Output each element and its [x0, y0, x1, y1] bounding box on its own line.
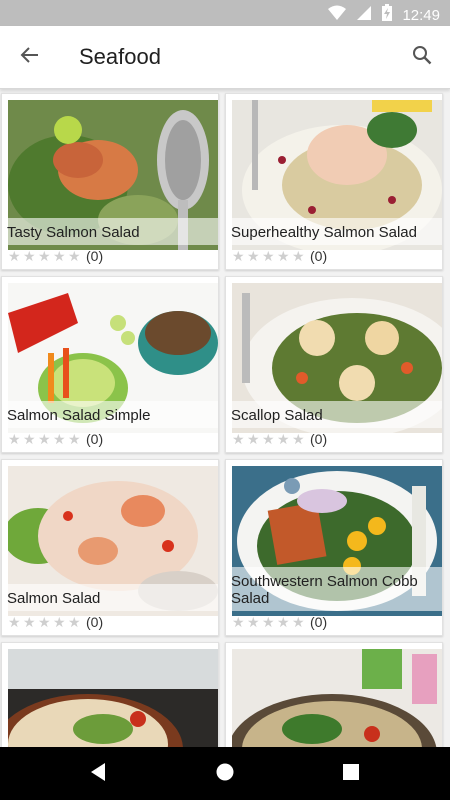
star-icon: ★: [23, 431, 36, 447]
rating: ★ ★ ★ ★ ★ (0): [232, 431, 328, 447]
star-icon: ★: [277, 431, 290, 447]
star-icon: ★: [23, 248, 36, 264]
recipe-title: Tasty Salmon Salad: [2, 218, 218, 245]
star-icon: ★: [68, 248, 81, 264]
star-icon: ★: [38, 614, 51, 630]
star-icon: ★: [262, 431, 275, 447]
page-title: Seafood: [79, 44, 161, 69]
recipe-image: [232, 649, 442, 747]
search-button[interactable]: [406, 41, 438, 73]
back-triangle-icon: [89, 762, 107, 787]
arrow-back-icon: [20, 45, 40, 70]
status-bar: 12:49: [0, 0, 450, 26]
star-icon: ★: [247, 431, 260, 447]
star-icon: ★: [262, 248, 275, 264]
recipe-image: [8, 649, 218, 747]
recipe-card[interactable]: Southwestern Salmon Cobb Salad ★ ★ ★ ★ ★…: [225, 459, 443, 636]
search-icon: [412, 45, 432, 70]
recipe-card[interactable]: Superhealthy Salmon Salad ★ ★ ★ ★ ★ (0): [225, 93, 443, 270]
rating-count: (0): [310, 248, 328, 264]
rating: ★ ★ ★ ★ ★ (0): [232, 614, 328, 630]
star-icon: ★: [262, 614, 275, 630]
star-icon: ★: [277, 614, 290, 630]
rating-count: (0): [86, 431, 104, 447]
signal-icon: [356, 5, 372, 26]
nav-home-button[interactable]: [212, 761, 238, 787]
navigation-bar: [0, 747, 450, 800]
battery-charging-icon: [382, 4, 393, 26]
star-icon: ★: [292, 431, 305, 447]
rating-count: (0): [310, 431, 328, 447]
status-time: 12:49: [402, 6, 440, 24]
star-icon: ★: [8, 248, 21, 264]
rating-count: (0): [86, 614, 104, 630]
star-icon: ★: [8, 431, 21, 447]
recipe-card[interactable]: [1, 642, 219, 747]
home-circle-icon: [215, 762, 235, 787]
recipe-card[interactable]: Salmon Salad Simple ★ ★ ★ ★ ★ (0): [1, 276, 219, 453]
rating: ★ ★ ★ ★ ★ (0): [8, 248, 104, 264]
recents-square-icon: [342, 763, 360, 786]
status-icons: 12:49: [328, 4, 440, 26]
recipe-card[interactable]: Salmon Salad ★ ★ ★ ★ ★ (0): [1, 459, 219, 636]
rating-count: (0): [310, 614, 328, 630]
nav-back-button[interactable]: [85, 761, 111, 787]
star-icon: ★: [68, 614, 81, 630]
rating: ★ ★ ★ ★ ★ (0): [8, 431, 104, 447]
recipe-title: Scallop Salad: [226, 401, 442, 428]
recipe-title: Southwestern Salmon Cobb Salad: [226, 567, 442, 611]
star-icon: ★: [292, 248, 305, 264]
star-icon: ★: [8, 614, 21, 630]
recipe-title: Salmon Salad: [2, 584, 218, 611]
recipe-card[interactable]: Tasty Salmon Salad ★ ★ ★ ★ ★ (0): [1, 93, 219, 270]
nav-recents-button[interactable]: [338, 761, 364, 787]
recipe-title: Salmon Salad Simple: [2, 401, 218, 428]
star-icon: ★: [232, 614, 245, 630]
star-icon: ★: [292, 614, 305, 630]
star-icon: ★: [232, 248, 245, 264]
star-icon: ★: [247, 248, 260, 264]
star-icon: ★: [68, 431, 81, 447]
wifi-icon: [328, 5, 347, 26]
recipe-card[interactable]: [225, 642, 443, 747]
star-icon: ★: [277, 248, 290, 264]
rating: ★ ★ ★ ★ ★ (0): [8, 614, 104, 630]
star-icon: ★: [53, 431, 66, 447]
star-icon: ★: [53, 614, 66, 630]
star-icon: ★: [38, 431, 51, 447]
star-icon: ★: [232, 431, 245, 447]
recipe-title: Superhealthy Salmon Salad: [226, 218, 442, 245]
star-icon: ★: [53, 248, 66, 264]
recipe-card[interactable]: Scallop Salad ★ ★ ★ ★ ★ (0): [225, 276, 443, 453]
star-icon: ★: [23, 614, 36, 630]
rating-count: (0): [86, 248, 104, 264]
rating: ★ ★ ★ ★ ★ (0): [232, 248, 328, 264]
star-icon: ★: [38, 248, 51, 264]
star-icon: ★: [247, 614, 260, 630]
app-bar: Seafood: [0, 26, 450, 89]
back-button[interactable]: [14, 41, 46, 73]
recipe-grid: Tasty Salmon Salad ★ ★ ★ ★ ★ (0) Superhe…: [0, 89, 450, 747]
